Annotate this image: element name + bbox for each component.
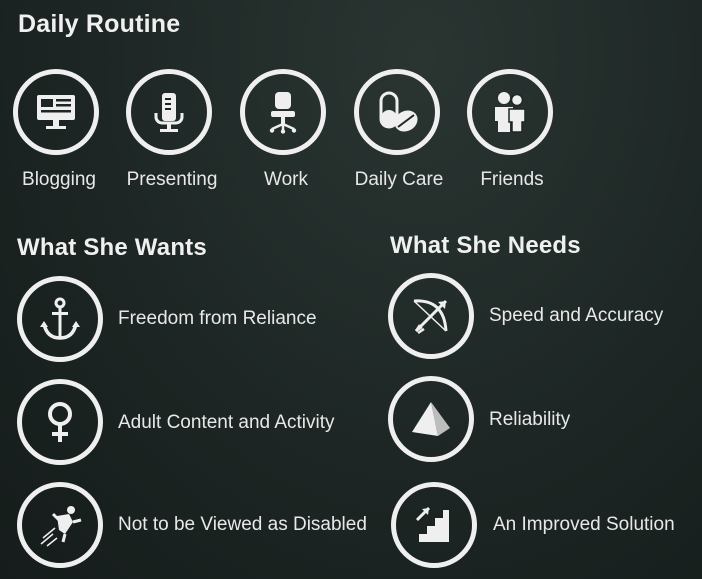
daily-routine-label-daily-care: Daily Care	[354, 169, 444, 190]
pyramid-icon	[388, 376, 474, 462]
daily-routine-label-friends: Friends	[480, 169, 544, 190]
bow-and-arrow-icon	[388, 273, 474, 359]
female-symbol-icon	[17, 379, 103, 465]
office-chair-icon	[240, 69, 326, 155]
stairs-up-icon	[391, 482, 477, 568]
anchor-icon	[17, 276, 103, 362]
wants-heading: What She Wants	[17, 234, 207, 261]
pills-icon	[354, 69, 440, 155]
podium-icon	[126, 69, 212, 155]
needs-label-reliability: Reliability	[489, 409, 571, 430]
needs-label-speed-accuracy: Speed and Accuracy	[489, 305, 664, 326]
daily-routine-label-presenting: Presenting	[126, 169, 218, 190]
needs-heading: What She Needs	[390, 232, 581, 259]
daily-routine-label-work: Work	[264, 169, 308, 190]
daily-routine-heading: Daily Routine	[18, 10, 181, 38]
wants-label-adult-content: Adult Content and Activity	[118, 412, 335, 433]
daily-routine-label-blogging: Blogging	[22, 169, 96, 190]
wants-label-not-disabled: Not to be Viewed as Disabled	[118, 514, 367, 535]
computer-monitor-icon	[13, 69, 99, 155]
running-person-icon	[17, 482, 103, 568]
wants-label-freedom: Freedom from Reliance	[118, 308, 317, 329]
needs-label-improved-solution: An Improved Solution	[493, 514, 675, 535]
people-icon	[467, 69, 553, 155]
